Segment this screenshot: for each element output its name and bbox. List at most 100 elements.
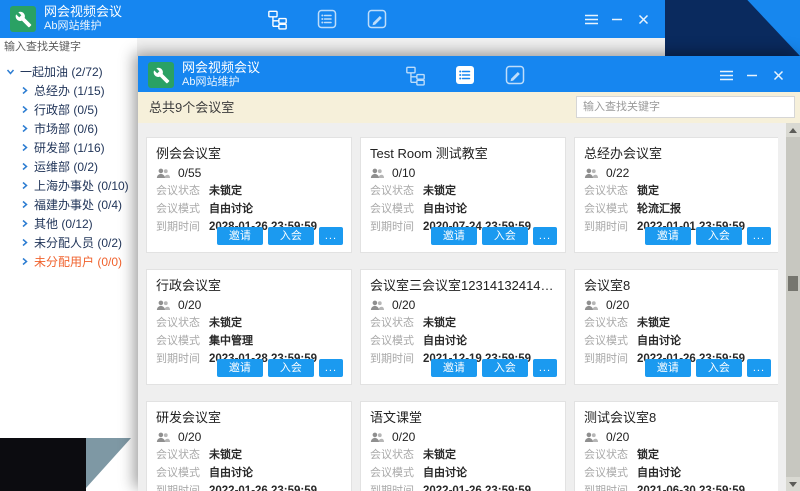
room-card[interactable]: 例会会议室 0/55 会议状态 未锁定 会议模式 自由讨论 到期时间 2028-… (146, 137, 352, 253)
join-button[interactable]: 入会 (482, 359, 528, 377)
tree-item-label: 行政部 (0/5) (34, 101, 98, 118)
sidebar-tree-item[interactable]: 未分配人员 (0/2) (6, 233, 138, 252)
sidebar-tree-item[interactable]: 未分配用户 (0/0) (6, 252, 138, 271)
join-button[interactable]: 入会 (482, 227, 528, 245)
people-icon (584, 167, 599, 179)
invite-button[interactable]: 邀请 (217, 227, 263, 245)
room-list-view-button[interactable] (316, 8, 338, 30)
invite-button[interactable]: 邀请 (217, 359, 263, 377)
vertical-scrollbar[interactable] (786, 123, 800, 491)
app-subtitle: Ab网站维护 (182, 76, 260, 89)
mode-label: 会议模式 (156, 334, 209, 348)
scroll-up-button[interactable] (786, 123, 800, 137)
expire-label: 到期时间 (156, 220, 209, 234)
back-window-titlebar[interactable]: 网会视频会议 Ab网站维护 (0, 0, 665, 38)
expire-label: 到期时间 (584, 220, 637, 234)
status-label: 会议状态 (156, 448, 209, 462)
edit-button[interactable] (366, 8, 388, 30)
sidebar-tree-item[interactable]: 市场部 (0/6) (6, 119, 138, 138)
room-card[interactable]: 会议室三会议室123141324141三会议室 0/20 会议状态 未锁定 会议… (360, 269, 566, 385)
join-button[interactable]: 入会 (268, 227, 314, 245)
room-card[interactable]: 语文课堂 0/20 会议状态 未锁定 会议模式 自由讨论 到期时间 2022-0… (360, 401, 566, 491)
expire-label: 到期时间 (156, 352, 209, 366)
expire-label: 到期时间 (370, 220, 423, 234)
join-button[interactable]: 入会 (696, 359, 742, 377)
close-button[interactable] (635, 11, 651, 27)
expire-value: 2022-01-26 23:59:59 (423, 484, 531, 491)
org-tree-view-button[interactable] (266, 8, 288, 30)
tree-item-label: 其他 (0/12) (34, 215, 93, 232)
close-icon (773, 70, 784, 81)
sidebar-tree-item[interactable]: 运维部 (0/2) (6, 157, 138, 176)
menu-button[interactable] (718, 67, 734, 83)
more-button[interactable]: ... (533, 359, 557, 377)
mode-value: 自由讨论 (637, 466, 681, 480)
room-card[interactable]: 测试会议室8 0/20 会议状态 锁定 会议模式 自由讨论 到期时间 2021-… (574, 401, 778, 491)
menu-button[interactable] (583, 11, 599, 27)
room-name: 行政会议室 (156, 278, 342, 294)
close-button[interactable] (770, 67, 786, 83)
wallpaper-navy-triangle (665, 0, 800, 56)
front-window-titlebar[interactable]: 网会视频会议 Ab网站维护 (138, 56, 800, 92)
status-value: 锁定 (637, 184, 659, 198)
room-card[interactable]: 研发会议室 0/20 会议状态 未锁定 会议模式 自由讨论 到期时间 2022-… (146, 401, 352, 491)
scrollbar-thumb[interactable] (788, 276, 798, 291)
sidebar-tree-item[interactable]: 行政部 (0/5) (6, 100, 138, 119)
chevron-right-icon (20, 143, 29, 152)
mode-value: 自由讨论 (423, 334, 467, 348)
status-label: 会议状态 (584, 448, 637, 462)
sidebar-search-input[interactable] (0, 38, 137, 56)
back-header-icons (266, 8, 388, 30)
join-button[interactable]: 入会 (696, 227, 742, 245)
people-icon (370, 167, 385, 179)
room-capacity-row: 0/20 (584, 430, 770, 444)
invite-button[interactable]: 邀请 (431, 359, 477, 377)
more-button[interactable]: ... (319, 227, 343, 245)
minimize-button[interactable] (744, 67, 760, 83)
room-list-view-button[interactable] (454, 64, 476, 86)
sidebar-tree-item[interactable]: 福建办事处 (0/4) (6, 195, 138, 214)
status-label: 会议状态 (584, 316, 637, 330)
more-button[interactable]: ... (747, 359, 771, 377)
room-capacity-row: 0/20 (370, 430, 556, 444)
sidebar-tree: 一起加油 (2/72) 总经办 (1/15) 行政部 (0/5) 市场部 (0/… (0, 58, 138, 437)
back-window-controls (583, 11, 651, 27)
room-mode-row: 会议模式 自由讨论 (370, 466, 556, 480)
more-button[interactable]: ... (533, 227, 557, 245)
mode-value: 集中管理 (209, 334, 253, 348)
sidebar-tree-item[interactable]: 上海办事处 (0/10) (6, 176, 138, 195)
edit-button[interactable] (504, 64, 526, 86)
invite-button[interactable]: 邀请 (645, 227, 691, 245)
room-search-input[interactable] (576, 96, 795, 118)
room-mode-row: 会议模式 自由讨论 (584, 334, 770, 348)
more-button[interactable]: ... (747, 227, 771, 245)
room-expire-row: 到期时间 2022-01-26 23:59:59 (370, 484, 556, 491)
room-card[interactable]: 会议室8 0/20 会议状态 未锁定 会议模式 自由讨论 到期时间 2022-0… (574, 269, 778, 385)
room-mode-row: 会议模式 集中管理 (156, 334, 342, 348)
status-label: 会议状态 (584, 184, 637, 198)
room-mode-row: 会议模式 自由讨论 (156, 466, 342, 480)
sidebar-tree-item[interactable]: 研发部 (1/16) (6, 138, 138, 157)
status-label: 会议状态 (370, 184, 423, 198)
scroll-down-button[interactable] (786, 477, 800, 491)
tree-root-item[interactable]: 一起加油 (2/72) (6, 62, 138, 81)
sidebar-tree-item[interactable]: 其他 (0/12) (6, 214, 138, 233)
chevron-right-icon (20, 105, 29, 114)
people-icon (156, 167, 171, 179)
room-mode-row: 会议模式 自由讨论 (584, 466, 770, 480)
room-card[interactable]: 行政会议室 0/20 会议状态 未锁定 会议模式 集中管理 到期时间 2023-… (146, 269, 352, 385)
front-header-icons (404, 64, 526, 86)
more-button[interactable]: ... (319, 359, 343, 377)
sidebar-tree-item[interactable]: 总经办 (1/15) (6, 81, 138, 100)
invite-button[interactable]: 邀请 (645, 359, 691, 377)
join-button[interactable]: 入会 (268, 359, 314, 377)
mode-label: 会议模式 (370, 466, 423, 480)
status-label: 会议状态 (370, 448, 423, 462)
status-value: 未锁定 (423, 316, 456, 330)
room-card[interactable]: Test Room 测试教室 0/10 会议状态 未锁定 会议模式 自由讨论 到… (360, 137, 566, 253)
org-tree-view-button[interactable] (404, 64, 426, 86)
mode-value: 轮流汇报 (637, 202, 681, 216)
minimize-button[interactable] (609, 11, 625, 27)
invite-button[interactable]: 邀请 (431, 227, 477, 245)
room-card[interactable]: 总经办会议室 0/22 会议状态 锁定 会议模式 轮流汇报 到期时间 2022-… (574, 137, 778, 253)
